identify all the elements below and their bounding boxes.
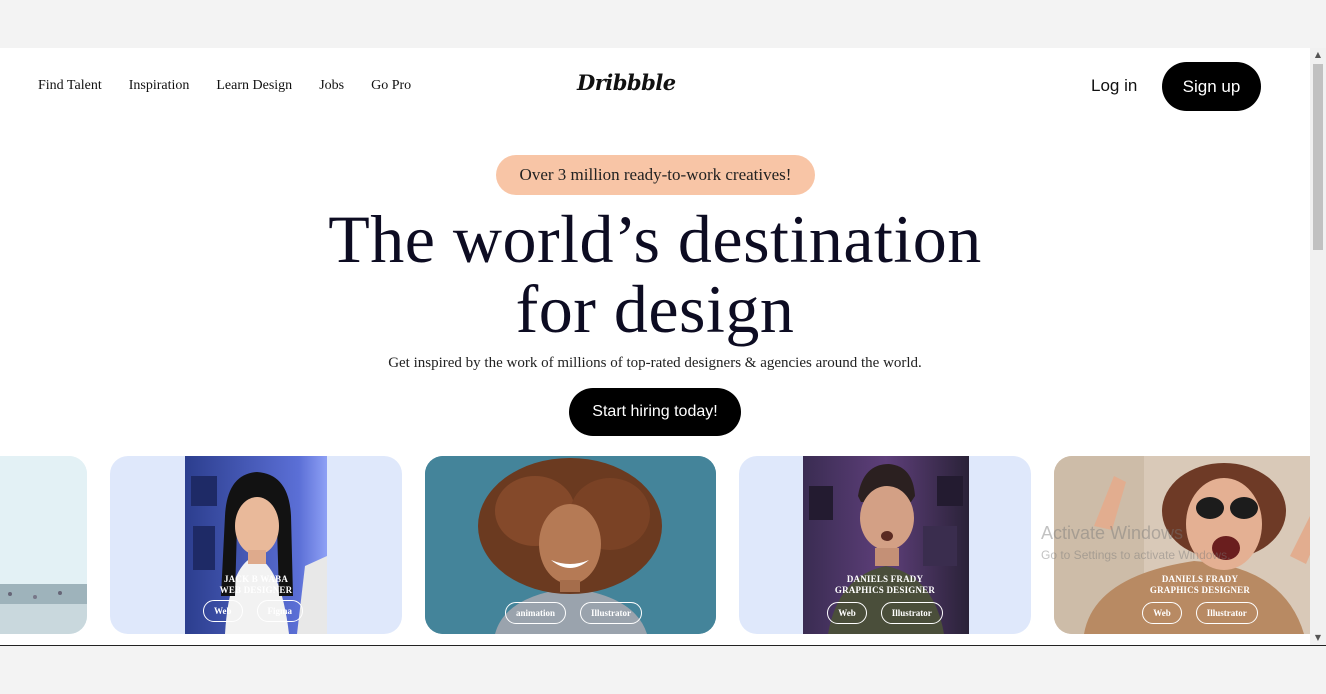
designer-name: DANIELS FRADY GRAPHICS DESIGNER	[834, 574, 936, 595]
skill-tags: Web Figma	[110, 600, 399, 622]
scroll-thumb[interactable]	[1313, 64, 1323, 250]
nav-find-talent[interactable]: Find Talent	[38, 78, 102, 94]
creatives-pill: Over 3 million ready-to-work creatives!	[496, 155, 815, 195]
tag-web[interactable]: Web	[202, 600, 243, 622]
start-hiring-button[interactable]: Start hiring today!	[569, 388, 741, 436]
skill-tags: Web Illustrator	[739, 602, 1031, 624]
skill-tags: animation Illustrator	[428, 602, 716, 624]
designer-card-jack[interactable]: JACK B WABA WEB DESIGNER Web Figma	[110, 456, 402, 634]
tag-web[interactable]: Web	[827, 602, 867, 624]
hero-subtitle: Get inspired by the work of millions of …	[388, 355, 922, 371]
vertical-scrollbar[interactable]: ▲ ▼	[1310, 48, 1326, 645]
designer-card-sunglasses[interactable]: DANIELS FRADY GRAPHICS DESIGNER Web Illu…	[1054, 456, 1310, 634]
headline-line-2: for design	[515, 271, 795, 347]
nav-learn-design[interactable]: Learn Design	[216, 78, 292, 94]
login-link[interactable]: Log in	[1091, 76, 1137, 96]
scroll-down-arrow-icon[interactable]: ▼	[1310, 631, 1326, 645]
tag-web[interactable]: Web	[1142, 602, 1182, 624]
main-nav: Find Talent Inspiration Learn Design Job…	[38, 78, 438, 94]
dribbble-logo[interactable]: Dribbble	[577, 70, 676, 95]
tag-figma[interactable]: Figma	[256, 600, 303, 622]
designer-name: JACK B WABA WEB DESIGNER	[219, 574, 293, 595]
tag-illustrator[interactable]: Illustrator	[880, 602, 943, 624]
nav-inspiration[interactable]: Inspiration	[129, 78, 190, 94]
skill-tags: Web Illustrator	[1054, 602, 1310, 624]
tag-illustrator[interactable]: Illustrator	[1195, 602, 1258, 624]
tag-illustrator[interactable]: Illustrator	[580, 602, 642, 624]
designer-card-daniels[interactable]: DANIELS FRADY GRAPHICS DESIGNER Web Illu…	[739, 456, 1031, 634]
activate-windows-watermark: Activate Windows	[1041, 523, 1184, 543]
designer-card-animation[interactable]: animation Illustrator	[425, 456, 716, 634]
designer-card-partial[interactable]	[0, 456, 87, 634]
tag-animation[interactable]: animation	[504, 602, 566, 624]
activate-windows-hint: Go to Settings to activate Windows.	[1041, 548, 1231, 562]
nav-jobs[interactable]: Jobs	[319, 78, 344, 94]
viewport-bottom-border	[0, 645, 1326, 646]
designer-name: DANIELS FRADY GRAPHICS DESIGNER	[1149, 574, 1251, 595]
nav-go-pro[interactable]: Go Pro	[371, 78, 411, 94]
landscape-photo	[0, 456, 87, 634]
scroll-up-arrow-icon[interactable]: ▲	[1310, 48, 1326, 62]
signup-button[interactable]: Sign up	[1162, 62, 1261, 111]
headline-line-1: The world’s destination	[328, 201, 982, 277]
hero-headline: The world’s destination for design	[0, 204, 1310, 344]
